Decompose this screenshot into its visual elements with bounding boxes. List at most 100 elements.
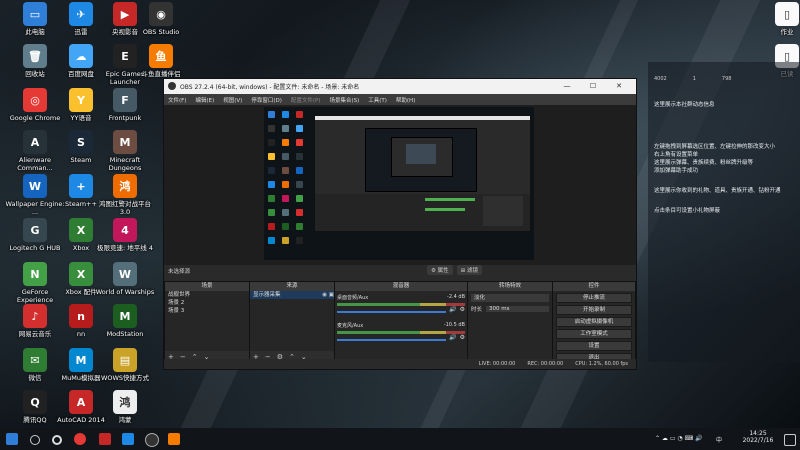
desktop-icon[interactable]: ◉ OBS Studio	[130, 2, 192, 36]
menu-file[interactable]: 文件(F)	[168, 96, 186, 104]
settings-button[interactable]: 设置	[556, 341, 632, 351]
search-icon[interactable]	[30, 435, 40, 445]
app-icon: ✉	[23, 348, 47, 372]
channel-db: -2.4 dB	[447, 294, 465, 300]
scene-item[interactable]: 战舰世界	[165, 291, 249, 299]
preview-mini-icon	[296, 125, 303, 132]
volume-slider[interactable]	[337, 338, 447, 341]
desktop-icon[interactable]: W World of Warships	[94, 262, 156, 296]
danmaku-helper-panel[interactable]: 4002 1 798 这里展示本社群动态信息 左键拖拽到屏幕选区位置、左键拉伸的…	[648, 62, 800, 362]
duration-field[interactable]: 300 ms	[486, 306, 549, 312]
desktop-icon-label: 斗鱼直播伴侣	[141, 70, 181, 78]
minimize-icon[interactable]: —	[554, 79, 580, 94]
speaker-icon[interactable]: 🔊	[449, 334, 456, 341]
panel-stat-1: 4002	[654, 76, 667, 82]
obs-window[interactable]: OBS 27.2.4 (64-bit, windows) - 配置文件: 未命名…	[163, 78, 637, 370]
desktop-icon-label: Minecraft Dungeons	[108, 156, 142, 172]
preview-mini-icon	[296, 153, 303, 160]
taskbar: ⌃ ☁ ▭ ◔ ⌨ 🔊 中 14:25 2022/7/16	[0, 428, 800, 450]
douyu-icon[interactable]	[168, 433, 180, 445]
app-icon: M	[113, 130, 137, 154]
app-icon: ▭	[23, 2, 47, 26]
app-icon: ▤	[113, 348, 137, 372]
menu-tools[interactable]: 工具(T)	[368, 96, 387, 104]
menu-docks[interactable]: 停靠窗口(D)	[251, 96, 282, 104]
preview-mini-icon	[268, 237, 275, 244]
input-language[interactable]: 中	[716, 435, 722, 444]
scene-item[interactable]: 场景 2	[165, 299, 249, 307]
obs-menubar: 文件(F) 编辑(E) 视图(V) 停靠窗口(D) 配置文件(P) 场景集合(S…	[164, 94, 636, 105]
menu-profile[interactable]: 配置文件(P)	[291, 96, 321, 104]
transition-select[interactable]: 淡化	[471, 294, 549, 302]
desktop-icon[interactable]: 4 极限竞速: 地平线 4	[94, 218, 156, 252]
menu-scene-collection[interactable]: 场景集合(S)	[329, 96, 359, 104]
status-bar: LIVE: 00:00:00 REC: 00:00:00 CPU: 1.2%, …	[164, 359, 636, 369]
channel-name: 麦克风/Aux	[337, 323, 364, 329]
nested-obs-window	[314, 115, 531, 232]
studio-mode-button[interactable]: 工作室模式	[556, 329, 632, 339]
start-recording-button[interactable]: 开始录制	[556, 305, 632, 315]
cctv-icon[interactable]	[99, 433, 111, 445]
preview-mini-icon	[268, 181, 275, 188]
preview-mini-icon	[268, 125, 275, 132]
notification-icon[interactable]	[784, 434, 796, 446]
desktop-icon[interactable]: M Minecraft Dungeons	[94, 130, 156, 172]
menu-edit[interactable]: 编辑(E)	[195, 96, 214, 104]
volume-meter	[337, 331, 465, 334]
preview-mini-icon	[282, 181, 289, 188]
preview-mini-icon	[296, 237, 303, 244]
filters-button[interactable]: ⊞ 滤镜	[456, 265, 483, 275]
app-icon: ◎	[23, 88, 47, 112]
app-icon: ✈	[69, 2, 93, 26]
app-icon: A	[69, 390, 93, 414]
gear-icon[interactable]: ⚙	[460, 306, 465, 313]
controls-dock: 控件 停止推流 开始录制 启动虚拟摄像机 工作室模式 设置 退出	[552, 281, 636, 363]
app-icon: Q	[23, 390, 47, 414]
desktop-icon[interactable]: 鱼斗鱼直播伴侣	[130, 44, 192, 78]
menu-help[interactable]: 帮助(H)	[396, 96, 415, 104]
speaker-icon[interactable]: 🔊	[449, 306, 456, 313]
desktop-icon[interactable]: ▤ WOWS快捷方式	[94, 348, 156, 382]
scene-item[interactable]: 场景 3	[165, 307, 249, 315]
start-windows-icon[interactable]	[6, 433, 18, 445]
tray-icons[interactable]: ⌃ ☁ ▭ ◔ ⌨ 🔊	[655, 435, 703, 442]
app-icon: X	[69, 218, 93, 242]
panel-line: 添加弹幕助手成功	[654, 168, 699, 174]
xunlei-icon[interactable]	[122, 433, 134, 445]
app-icon: G	[23, 218, 47, 242]
obs-titlebar[interactable]: OBS 27.2.4 (64-bit, windows) - 配置文件: 未命名…	[164, 79, 636, 94]
maximize-icon[interactable]: ☐	[580, 79, 606, 94]
cortana-icon[interactable]	[52, 435, 62, 445]
preview-canvas[interactable]	[264, 107, 534, 260]
app-icon: A	[23, 130, 47, 154]
preview-mini-icon	[296, 181, 303, 188]
stop-streaming-button[interactable]: 停止推流	[556, 293, 632, 303]
clock[interactable]: 14:25 2022/7/16	[736, 430, 780, 444]
preview-mini-icon	[282, 209, 289, 216]
desktop-icon-label: 极限竞速: 地平线 4	[97, 244, 153, 252]
mixer-dock: 混音器 桌面音频/Aux -2.4 dB 🔊 ⚙ 麦克风/Aux -10.5 d…	[334, 281, 468, 363]
source-item[interactable]: 显示器采集 ◉ ▣	[250, 291, 334, 299]
visibility-eye-icon[interactable]: ◉ ▣	[322, 291, 334, 299]
panel-line: 这里展示弹幕、贵族续费、粉丝牌升级等	[654, 160, 754, 166]
source-item-label: 显示器采集	[253, 292, 281, 298]
volume-slider[interactable]	[337, 310, 447, 313]
obs-icon[interactable]	[145, 433, 159, 447]
desktop-icon[interactable]: ▯ 作业	[756, 2, 800, 36]
obs-logo-icon	[168, 82, 176, 90]
desktop-icon[interactable]: 鸿鸿图红警对战平台3.0	[94, 174, 156, 216]
chrome-icon[interactable]	[74, 433, 86, 445]
virtual-camera-button[interactable]: 启动虚拟摄像机	[556, 317, 632, 327]
desktop-icon[interactable]: F Frontpunk	[94, 88, 156, 122]
app-icon: 🗑	[23, 44, 47, 68]
desktop-icon[interactable]: M ModStation	[94, 304, 156, 338]
preview-mini-icon	[282, 153, 289, 160]
menu-view[interactable]: 视图(V)	[223, 96, 242, 104]
app-icon: F	[113, 88, 137, 112]
close-icon[interactable]: ✕	[606, 79, 632, 94]
properties-button[interactable]: ⚙ 属性	[427, 265, 453, 275]
channel-name: 桌面音频/Aux	[337, 295, 369, 301]
obs-title: OBS 27.2.4 (64-bit, windows) - 配置文件: 未命名…	[180, 84, 360, 91]
desktop-icon[interactable]: 鸿鸿蒙	[94, 390, 156, 424]
gear-icon[interactable]: ⚙	[460, 334, 465, 341]
